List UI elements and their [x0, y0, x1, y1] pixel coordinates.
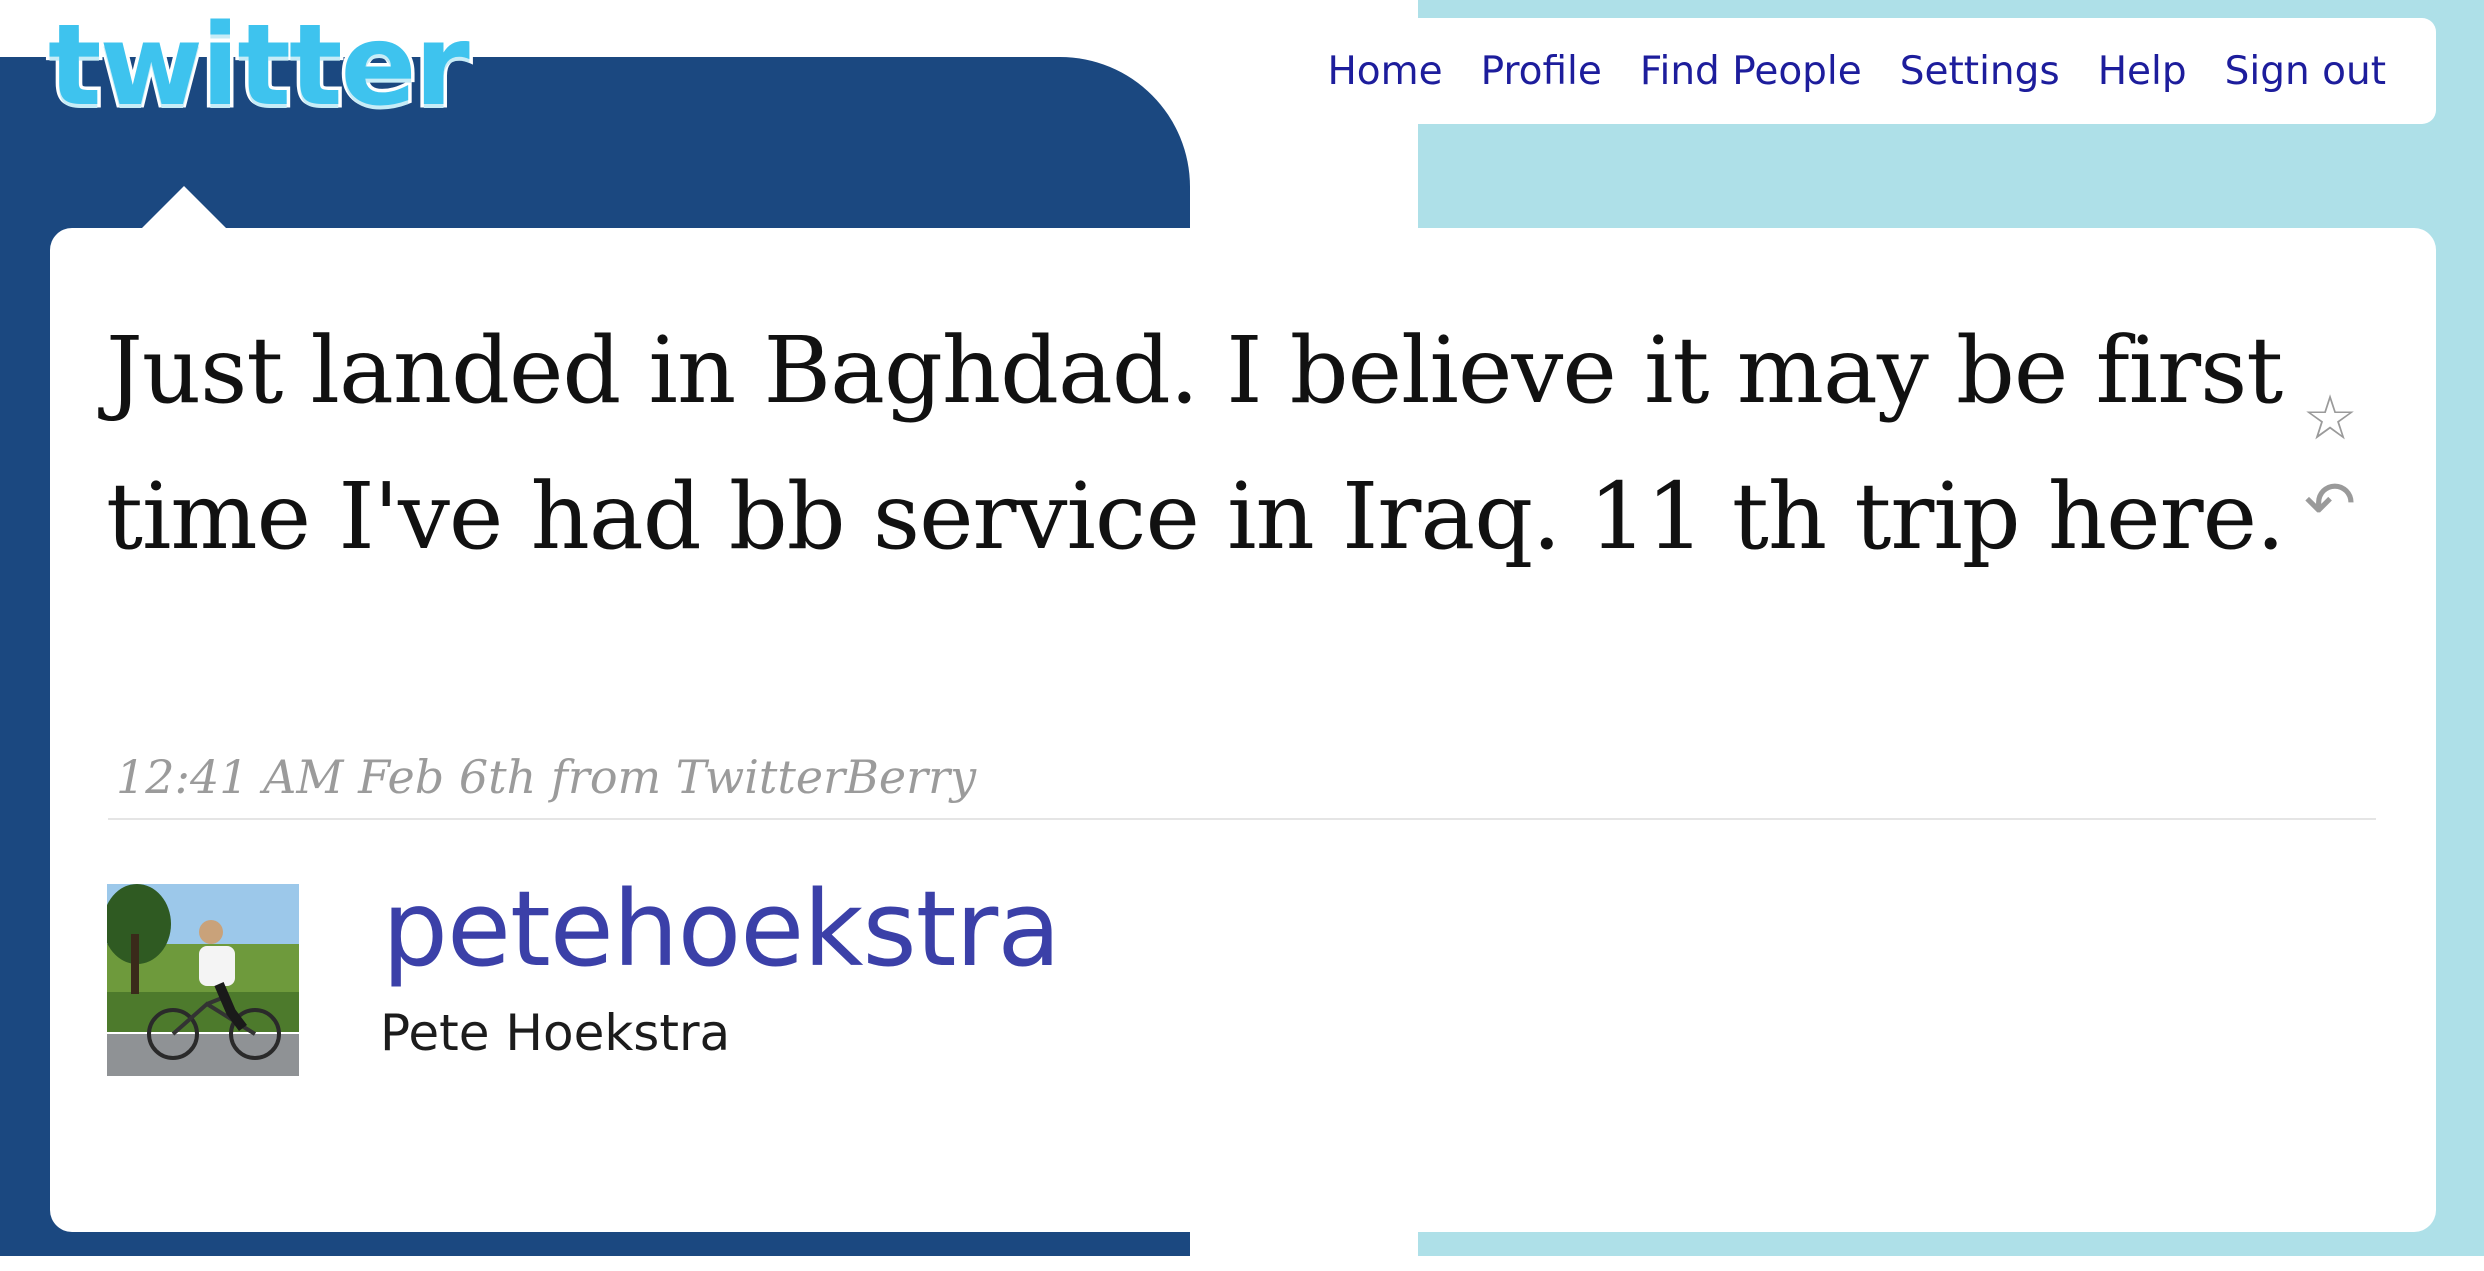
tweet-meta: 12:41 AM Feb 6th from TwitterBerry [116, 750, 976, 804]
nav-home-link[interactable]: Home [1327, 49, 1442, 94]
avatar[interactable] [107, 884, 299, 1076]
nav-find-people-link[interactable]: Find People [1640, 49, 1862, 94]
tweet-source-link[interactable]: TwitterBerry [676, 750, 976, 804]
tweet-from-label: from [550, 750, 662, 804]
nav-sign-out-link[interactable]: Sign out [2225, 49, 2386, 94]
tweet-text: Just landed in Baghdad. I believe it may… [106, 317, 2285, 570]
tweet-actions: ☆ ↶ [2290, 378, 2370, 550]
top-navigation: Home Profile Find People Settings Help S… [1240, 18, 2436, 124]
twitter-logo[interactable]: twitter [45, 0, 474, 135]
nav-profile-link[interactable]: Profile [1481, 49, 1602, 94]
nav-settings-link[interactable]: Settings [1900, 49, 2060, 94]
tweet-card: Just landed in Baghdad. I believe it may… [50, 228, 2436, 1232]
reply-arrow-icon[interactable]: ↶ [2290, 464, 2370, 544]
nav-help-link[interactable]: Help [2098, 49, 2187, 94]
divider [108, 818, 2376, 820]
favorite-star-icon[interactable]: ☆ [2290, 378, 2370, 458]
tweet-timestamp-link[interactable]: 12:41 AM Feb 6th [116, 750, 536, 804]
author-full-name: Pete Hoekstra [380, 1004, 731, 1062]
avatar-cyclist-photo [107, 884, 299, 1076]
author-screen-name-link[interactable]: petehoekstra [382, 868, 1061, 990]
background-bottom-edge [0, 1256, 2484, 1271]
card-pointer-caret [140, 186, 228, 230]
